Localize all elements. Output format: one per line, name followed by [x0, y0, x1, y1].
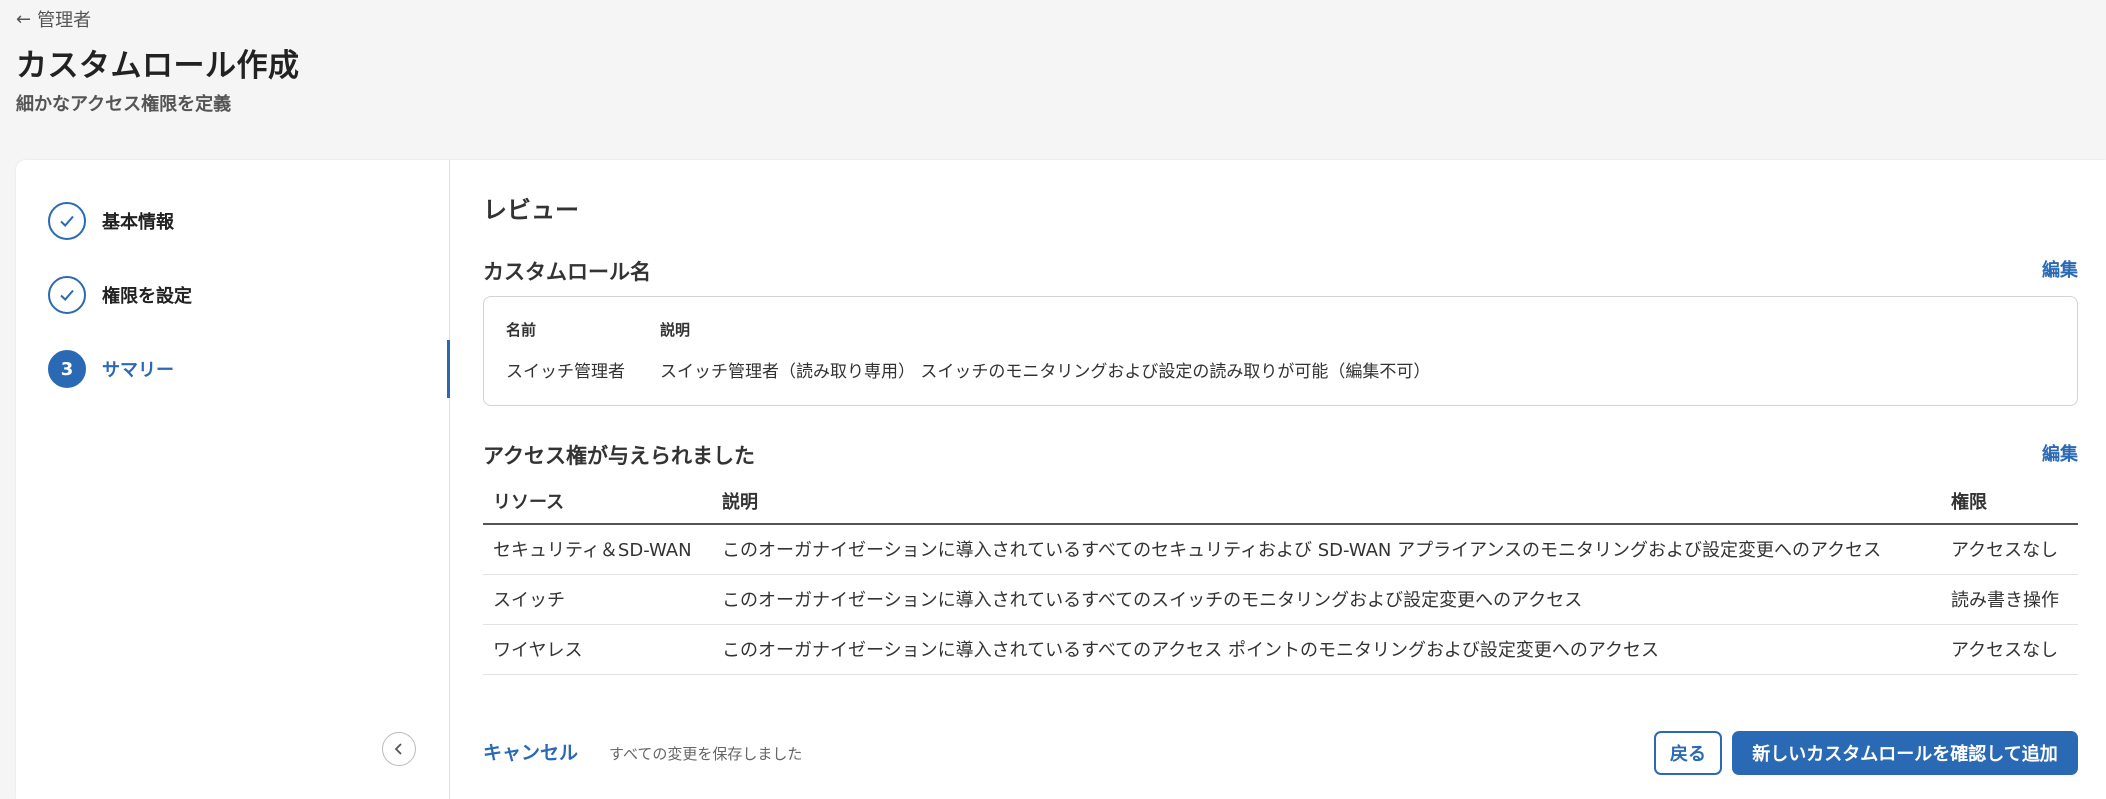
wizard-steps-sidebar: 基本情報 権限を設定 3 サマリー: [16, 160, 450, 799]
wizard-footer: キャンセル すべての変更を保存しました 戻る 新しいカスタムロールを確認して追加: [483, 730, 2078, 776]
edit-role-name-link[interactable]: 編集: [2042, 256, 2078, 282]
access-section-title: アクセス権が与えられました: [483, 444, 755, 468]
table-row: セキュリティ＆SD-WAN このオーガナイゼーションに導入されているすべてのセキ…: [483, 524, 2078, 575]
step-basic-info[interactable]: 基本情報: [48, 201, 174, 241]
table-row: ワイヤレス このオーガナイゼーションに導入されているすべてのアクセス ポイントの…: [483, 624, 2078, 675]
name-header: 名前: [506, 321, 537, 339]
edit-access-link[interactable]: 編集: [2042, 440, 2078, 466]
access-table: リソース 説明 権限 セキュリティ＆SD-WAN このオーガナイゼーションに導入…: [483, 478, 2078, 675]
role-name-section-title: カスタムロール名: [483, 260, 651, 284]
arrow-left-icon: ←: [16, 8, 32, 30]
confirm-add-role-button[interactable]: 新しいカスタムロールを確認して追加: [1732, 731, 2078, 775]
review-panel: レビュー カスタムロール名 編集 名前 説明 スイッチ管理者 スイッチ管理者（読…: [483, 160, 2078, 799]
back-button[interactable]: 戻る: [1654, 731, 1722, 775]
step-complete-check-icon: [48, 276, 86, 314]
collapse-sidebar-button[interactable]: [382, 732, 416, 766]
resource-cell: スイッチ: [483, 574, 712, 625]
description-header: 説明: [660, 321, 691, 339]
step-label: 権限を設定: [102, 286, 192, 307]
step-summary[interactable]: 3 サマリー: [48, 349, 174, 389]
page-title: カスタムロール作成: [16, 48, 300, 84]
back-link-label: 管理者: [37, 10, 92, 31]
table-row: スイッチ このオーガナイゼーションに導入されているすべてのスイッチのモニタリング…: [483, 574, 2078, 625]
description-cell: このオーガナイゼーションに導入されているすべてのセキュリティおよび SD-WAN…: [712, 524, 1941, 575]
role-description-value: スイッチ管理者（読み取り専用） スイッチのモニタリングおよび設定の読み取りが可能…: [660, 362, 1431, 382]
step-label: 基本情報: [102, 212, 174, 233]
page-subtitle: 細かなアクセス権限を定義: [16, 94, 232, 115]
back-to-admin-link[interactable]: ← 管理者: [16, 6, 91, 32]
wizard-card: 基本情報 権限を設定 3 サマリー レビュー カスタムロール名 編集 名前 説明…: [16, 160, 2106, 799]
save-status-text: すべての変更を保存しました: [609, 745, 803, 763]
chevron-left-icon: [394, 743, 402, 755]
resource-cell: ワイヤレス: [483, 624, 712, 675]
cancel-button[interactable]: キャンセル: [483, 738, 578, 765]
column-header-permission: 権限: [1941, 478, 2078, 525]
step-label: サマリー: [102, 360, 174, 381]
column-header-resource: リソース: [483, 478, 712, 525]
step-number-badge: 3: [48, 350, 86, 388]
breadcrumb: ← 管理者: [16, 6, 91, 32]
step-complete-check-icon: [48, 202, 86, 240]
permission-cell: アクセスなし: [1941, 524, 2078, 575]
permission-cell: 読み書き操作: [1941, 574, 2078, 625]
role-summary-box: 名前 説明 スイッチ管理者 スイッチ管理者（読み取り専用） スイッチのモニタリン…: [483, 296, 2078, 406]
permission-cell: アクセスなし: [1941, 624, 2078, 675]
resource-cell: セキュリティ＆SD-WAN: [483, 524, 712, 575]
description-cell: このオーガナイゼーションに導入されているすべてのアクセス ポイントのモニタリング…: [712, 624, 1941, 675]
column-header-description: 説明: [712, 478, 1941, 525]
role-name-value: スイッチ管理者: [506, 362, 625, 382]
description-cell: このオーガナイゼーションに導入されているすべてのスイッチのモニタリングおよび設定…: [712, 574, 1941, 625]
table-header-row: リソース 説明 権限: [483, 478, 2078, 525]
active-step-indicator: [447, 340, 450, 398]
step-set-permissions[interactable]: 権限を設定: [48, 275, 192, 315]
review-title: レビュー: [483, 196, 579, 224]
